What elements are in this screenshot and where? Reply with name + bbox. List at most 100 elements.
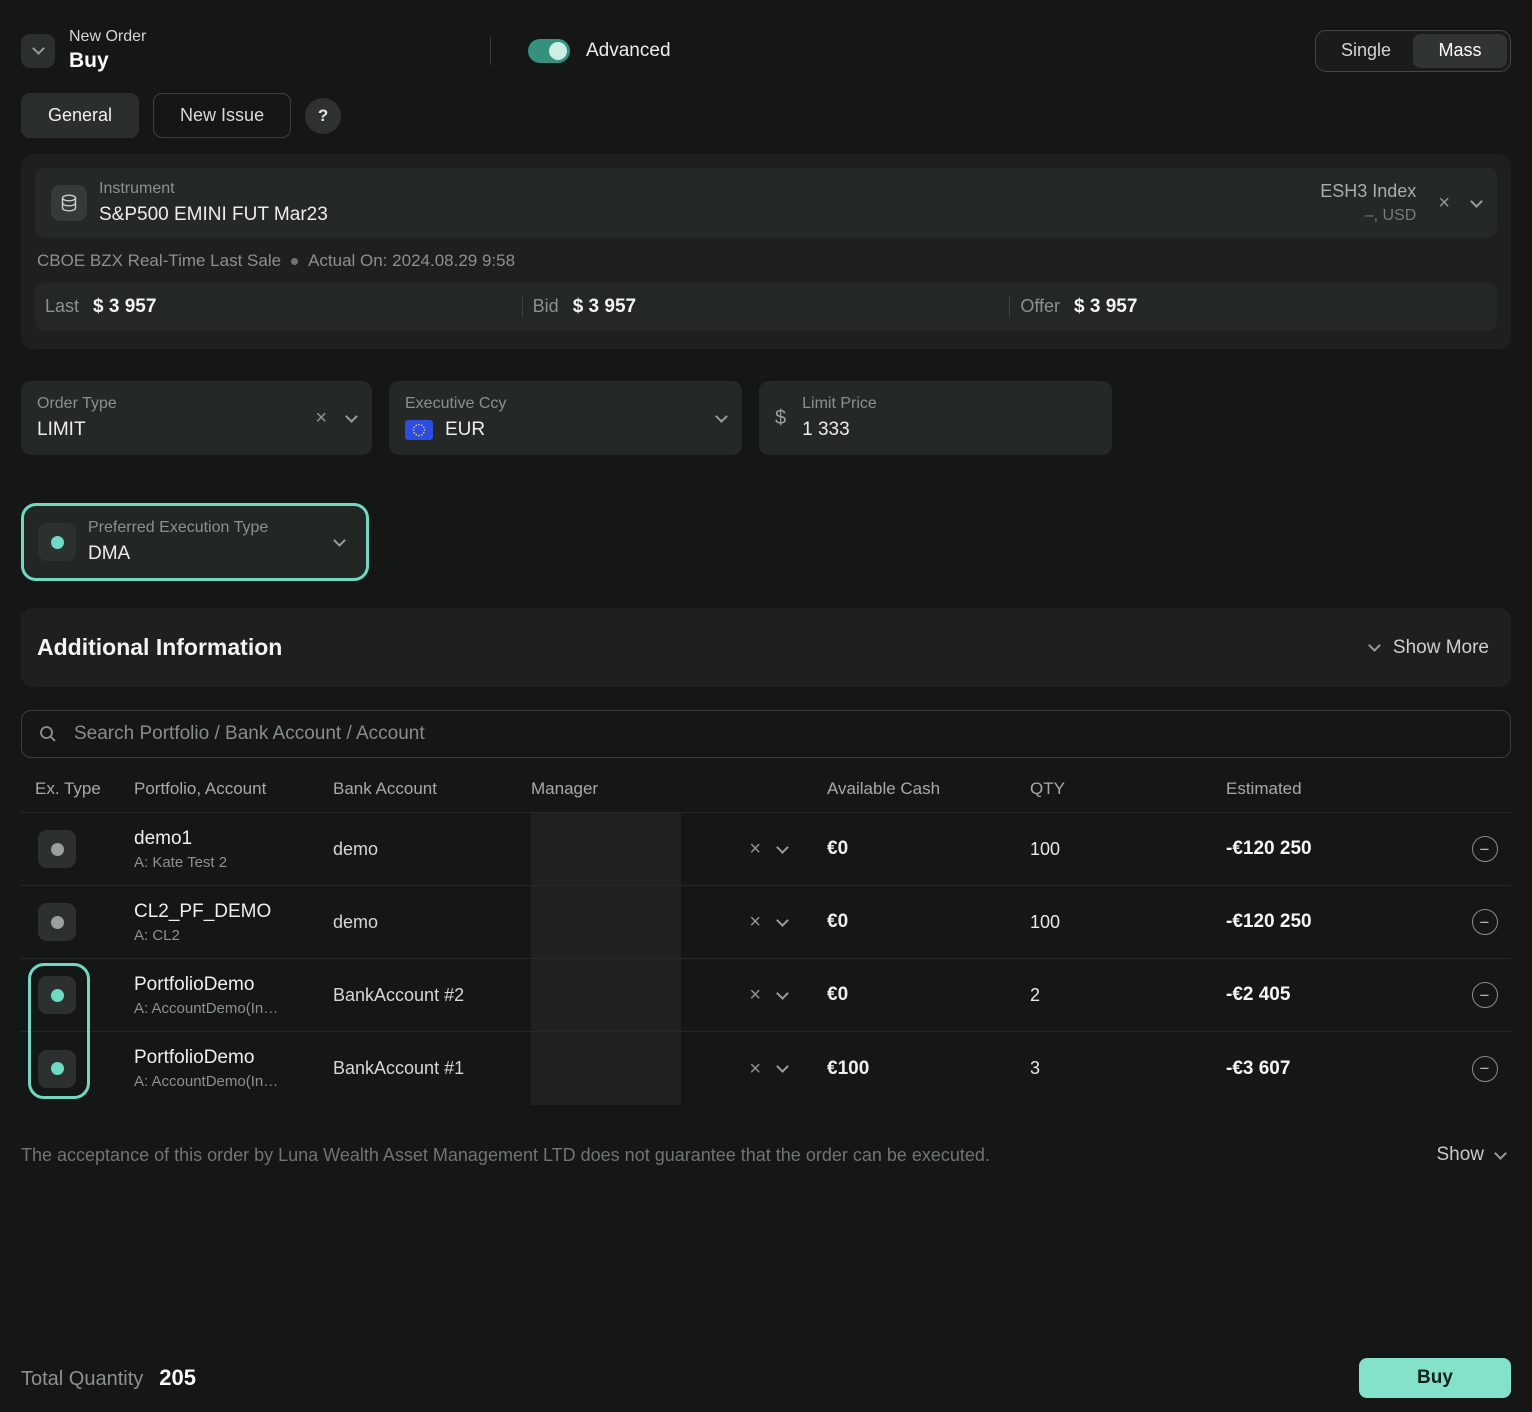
col-header-portfolio: Portfolio, Account	[134, 779, 333, 799]
executive-ccy-field[interactable]: Executive Ccy	[389, 381, 742, 455]
offer-price-value: $ 3 957	[1074, 296, 1137, 318]
estimated-value: -€120 250	[1226, 838, 1458, 860]
limit-price-label: Limit Price	[802, 395, 877, 413]
new-order-page: New Order Buy Advanced Single Mass Gener…	[0, 0, 1532, 1167]
available-cash: €0	[827, 984, 1030, 1006]
eu-flag-icon	[405, 420, 433, 440]
quantity-value[interactable]: 100	[1030, 839, 1226, 860]
search-input[interactable]	[72, 722, 1494, 746]
coins-icon	[51, 185, 87, 221]
bid-price-cell: Bid $ 3 957	[523, 296, 1010, 318]
tab-new-issue[interactable]: New Issue	[153, 93, 291, 138]
disclaimer-row: The acceptance of this order by Luna Wea…	[21, 1143, 1511, 1167]
feed-timestamp: Actual On: 2024.08.29 9:58	[308, 251, 515, 271]
manager-field[interactable]	[531, 959, 681, 1031]
additional-information-panel: Additional Information Show More	[21, 608, 1511, 687]
order-type-label: Order Type	[37, 395, 117, 413]
manager-clear-icon[interactable]: ×	[749, 1059, 761, 1079]
page-eyebrow: New Order	[69, 28, 146, 46]
preferred-execution-field[interactable]: Preferred Execution Type DMA	[21, 503, 369, 581]
order-type-field[interactable]: Order Type LIMIT ×	[21, 381, 372, 455]
manager-chevron-icon[interactable]	[776, 1060, 789, 1073]
last-price-label: Last	[45, 296, 79, 317]
search-bar[interactable]	[21, 710, 1511, 758]
top-bar: New Order Buy Advanced Single Mass	[21, 28, 1511, 73]
manager-field[interactable]	[531, 886, 681, 958]
portfolio-name: CL2_PF_DEMO	[134, 901, 333, 923]
mode-mass-button[interactable]: Mass	[1413, 34, 1507, 68]
tab-general[interactable]: General	[21, 93, 139, 138]
col-header-estimated: Estimated	[1226, 779, 1458, 799]
offer-price-cell: Offer $ 3 957	[1010, 296, 1497, 318]
chevron-down-icon	[1368, 639, 1381, 652]
teal-dot-icon	[51, 989, 64, 1002]
account-name: A: Kate Test 2	[134, 854, 333, 871]
table-row[interactable]: PortfolioDemo A: AccountDemo(In… BankAcc…	[21, 959, 1511, 1032]
available-cash: €100	[827, 1058, 1030, 1080]
teal-dot-icon	[51, 1062, 64, 1075]
advanced-toggle[interactable]	[528, 39, 570, 63]
preferred-execution-value: DMA	[88, 543, 268, 565]
manager-clear-icon[interactable]: ×	[749, 912, 761, 932]
table-row[interactable]: demo1 A: Kate Test 2 demo × €0 100 -€120…	[21, 813, 1511, 886]
mode-switch: Single Mass	[1315, 30, 1511, 72]
ex-type-icon[interactable]	[38, 830, 76, 868]
bank-account: BankAccount #2	[333, 985, 531, 1006]
estimated-value: -€3 607	[1226, 1058, 1458, 1080]
remove-row-button[interactable]: −	[1472, 982, 1498, 1008]
instrument-chevron-icon[interactable]	[1470, 195, 1483, 208]
toggle-knob-icon	[549, 42, 567, 60]
preferred-execution-chevron-icon[interactable]	[333, 534, 346, 547]
manager-chevron-icon[interactable]	[776, 914, 789, 927]
offer-price-label: Offer	[1020, 296, 1060, 317]
remove-row-button[interactable]: −	[1472, 1056, 1498, 1082]
chevron-down-icon	[32, 42, 45, 55]
quantity-value[interactable]: 3	[1030, 1058, 1226, 1079]
order-type-chevron-icon[interactable]	[345, 410, 358, 423]
total-quantity-label: Total Quantity	[21, 1368, 143, 1391]
order-footer: Total Quantity 205 Buy	[21, 1356, 1511, 1400]
table-row[interactable]: CL2_PF_DEMO A: CL2 demo × €0 100 -€120 2…	[21, 886, 1511, 959]
minus-circle-icon: −	[1480, 1060, 1490, 1077]
available-cash: €0	[827, 838, 1030, 860]
help-icon[interactable]: ?	[305, 98, 341, 134]
order-fields-row: Order Type LIMIT × Executive Ccy	[21, 381, 1511, 455]
quantity-value[interactable]: 2	[1030, 985, 1226, 1006]
dot-separator-icon	[291, 258, 298, 265]
buy-button[interactable]: Buy	[1359, 1358, 1511, 1398]
order-type-clear-icon[interactable]: ×	[315, 408, 327, 428]
remove-row-button[interactable]: −	[1472, 909, 1498, 935]
executive-ccy-label: Executive Ccy	[405, 395, 506, 413]
limit-price-field[interactable]: $ Limit Price 1 333	[759, 381, 1112, 455]
account-name: A: AccountDemo(In…	[134, 1073, 333, 1090]
col-header-available-cash: Available Cash	[827, 779, 1030, 799]
instrument-field[interactable]: Instrument S&P500 EMINI FUT Mar23 ESH3 I…	[35, 168, 1497, 238]
quantity-value[interactable]: 100	[1030, 912, 1226, 933]
table-row[interactable]: PortfolioDemo A: AccountDemo(In… BankAcc…	[21, 1032, 1511, 1105]
dollar-icon: $	[775, 407, 786, 430]
manager-field[interactable]	[531, 1032, 681, 1105]
portfolio-name: PortfolioDemo	[134, 1047, 333, 1069]
remove-row-button[interactable]: −	[1472, 836, 1498, 862]
bank-account: demo	[333, 912, 531, 933]
manager-clear-icon[interactable]: ×	[749, 839, 761, 859]
portfolio-name: demo1	[134, 828, 333, 850]
manager-chevron-icon[interactable]	[776, 987, 789, 1000]
market-feed-row: CBOE BZX Real-Time Last Sale Actual On: …	[37, 251, 1497, 271]
show-more-button[interactable]: Show More	[1364, 636, 1495, 660]
manager-clear-icon[interactable]: ×	[749, 985, 761, 1005]
page-title: Buy	[69, 49, 146, 73]
show-more-label: Show More	[1393, 637, 1489, 659]
manager-chevron-icon[interactable]	[776, 841, 789, 854]
instrument-clear-icon[interactable]: ×	[1438, 193, 1450, 213]
show-disclaimer-button[interactable]: Show	[1430, 1143, 1511, 1167]
ex-type-icon[interactable]	[38, 976, 76, 1014]
mode-single-button[interactable]: Single	[1319, 34, 1413, 68]
ex-type-icon[interactable]	[38, 903, 76, 941]
additional-information-title: Additional Information	[37, 634, 282, 661]
collapse-button[interactable]	[21, 34, 55, 68]
manager-field[interactable]	[531, 813, 681, 885]
bid-price-value: $ 3 957	[573, 296, 636, 318]
executive-ccy-chevron-icon[interactable]	[715, 410, 728, 423]
ex-type-icon[interactable]	[38, 1050, 76, 1088]
